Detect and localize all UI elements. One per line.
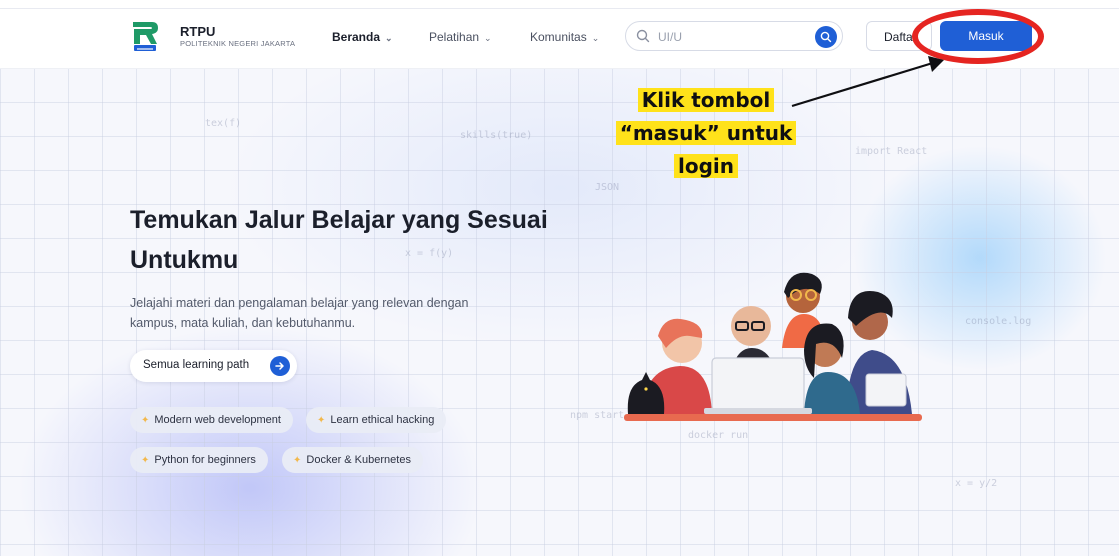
hero-illustration: [624, 272, 922, 421]
hero-title: Temukan Jalur Belajar yang Sesuai Untukm…: [130, 206, 548, 274]
chip-python-for-beginners[interactable]: ✦ Python for beginners: [130, 447, 268, 473]
chip-docker-kubernetes[interactable]: ✦ Docker & Kubernetes: [282, 447, 423, 473]
brand-name: RTPU: [180, 24, 216, 39]
search-box[interactable]: [625, 21, 843, 51]
search-icon: [636, 29, 650, 43]
annotation-line-3: login: [673, 154, 738, 178]
chevron-down-icon: ⌄: [484, 33, 492, 43]
annotation-line-2: “masuk” untuk: [615, 121, 797, 145]
nav-pelatihan-label: Pelatihan: [429, 30, 480, 44]
nav-beranda[interactable]: Beranda ⌄: [332, 30, 393, 44]
sparkle-icon: ✦: [317, 415, 326, 426]
all-learning-paths-label: Semua learning path: [143, 359, 250, 371]
chip-label: Modern web development: [154, 414, 281, 426]
sparkle-icon: ✦: [141, 455, 150, 466]
chip-label: Learn ethical hacking: [330, 414, 435, 426]
chevron-down-icon: ⌄: [591, 33, 600, 43]
all-learning-paths-button[interactable]: Semua learning path: [130, 350, 297, 382]
chip-learn-ethical-hacking[interactable]: ✦ Learn ethical hacking: [306, 407, 447, 433]
chip-label: Python for beginners: [154, 454, 256, 466]
annotation-line-1: Klik tombol: [637, 88, 775, 112]
annotation-highlight-ring: [912, 9, 1044, 64]
search-submit-button[interactable]: [815, 26, 837, 48]
nav-komunitas-label: Komunitas: [530, 30, 587, 44]
chip-modern-web-development[interactable]: ✦ Modern web development: [130, 407, 293, 433]
sparkle-icon: ✦: [141, 415, 150, 426]
search-input[interactable]: [656, 27, 810, 47]
nav-komunitas[interactable]: Komunitas ⌄: [530, 30, 599, 44]
search-icon: [820, 31, 832, 43]
brand-subtitle: POLITEKNIK NEGERI JAKARTA: [180, 39, 296, 48]
chevron-down-icon: ⌄: [385, 33, 393, 43]
arrow-right-icon: [270, 356, 290, 376]
annotation-callout: Klik tombol “masuk” untuk login: [612, 84, 800, 183]
rtpu-logo-icon[interactable]: [130, 18, 160, 52]
hero-description: Jelajahi materi dan pengalaman belajar y…: [130, 296, 469, 330]
nav-beranda-label: Beranda: [332, 30, 381, 44]
nav-pelatihan[interactable]: Pelatihan ⌄: [429, 30, 492, 44]
chip-label: Docker & Kubernetes: [306, 454, 411, 466]
sparkle-icon: ✦: [293, 455, 302, 466]
top-divider: [0, 8, 1119, 9]
